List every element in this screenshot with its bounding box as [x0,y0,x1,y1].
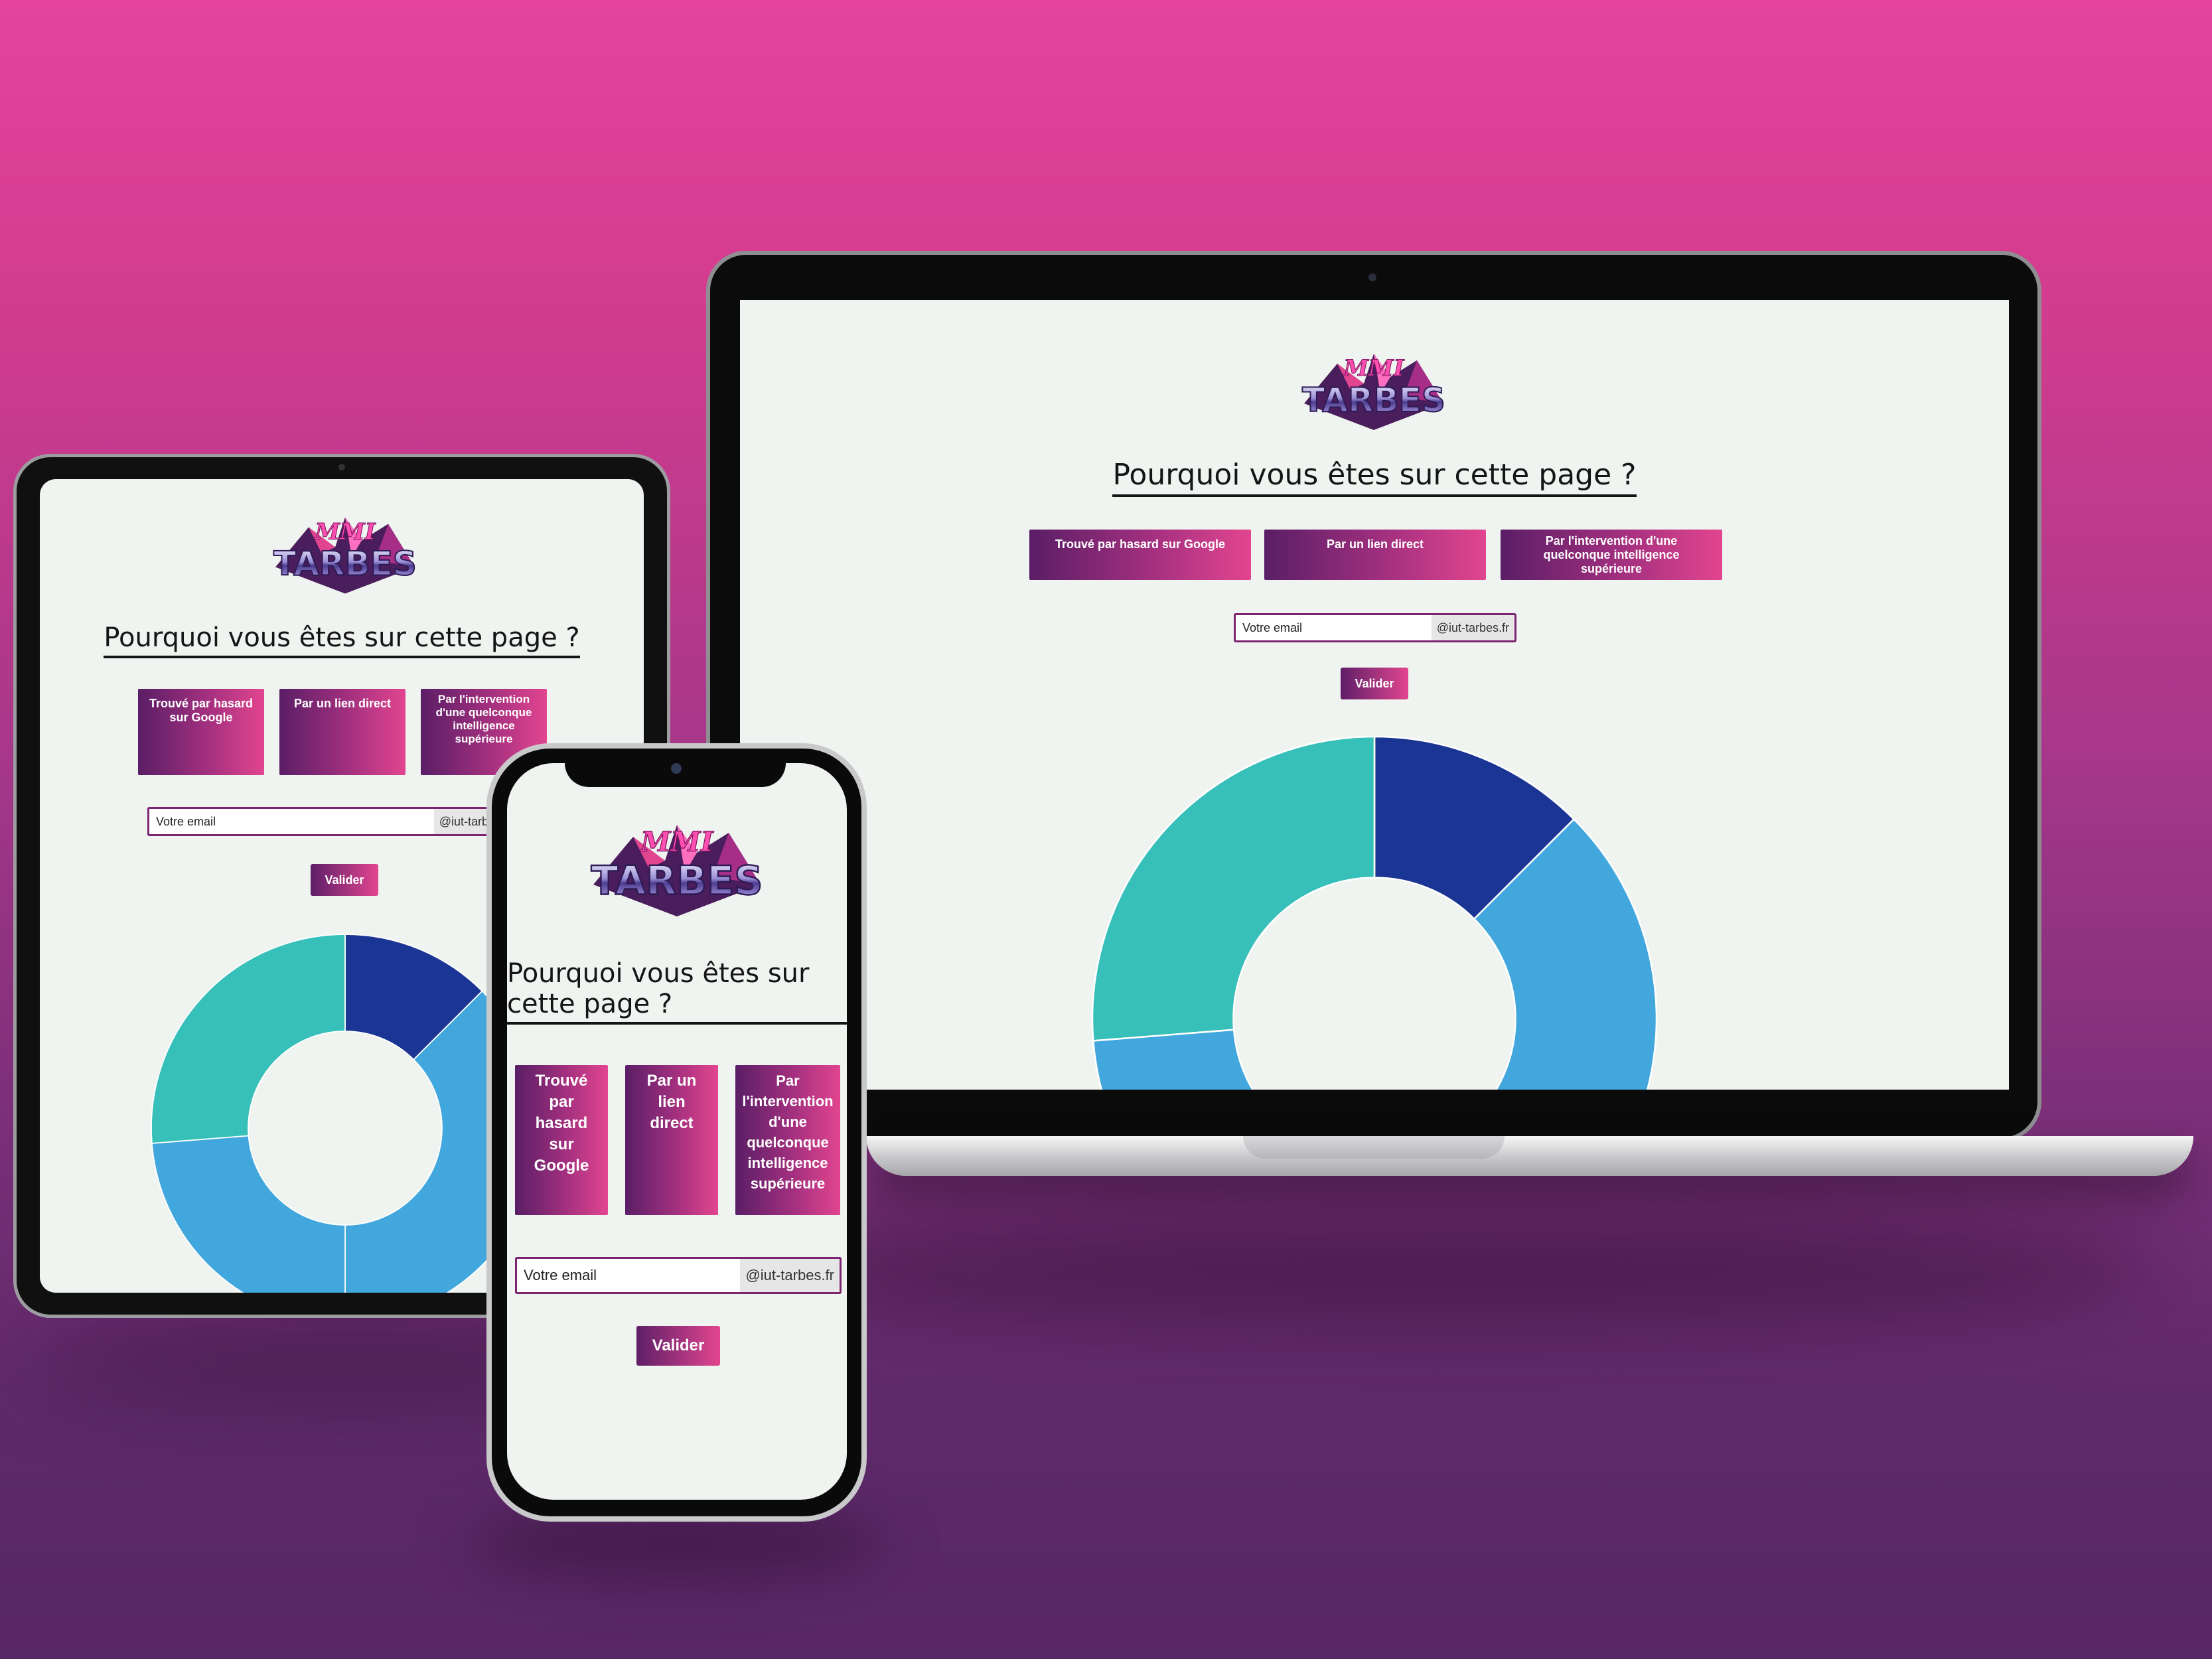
email-domain-suffix: @iut-tarbes.fr [740,1259,840,1292]
choice-button-google[interactable]: Trouvé par hasard sur Google [1029,530,1251,580]
donut-chart [1091,735,1658,1090]
choice-button-higher-intelligence[interactable]: Par l'intervention d'une quelconque inte… [735,1065,840,1215]
svg-text:TARBES: TARBES [1302,381,1445,419]
mmi-tarbes-logo: MMI TARBES [590,825,764,916]
svg-text:TARBES: TARBES [591,857,763,904]
mmi-tarbes-logo: MMI TARBES [273,517,417,594]
choice-button-google[interactable]: Trouvé par hasard sur Google [515,1065,608,1215]
email-field[interactable]: @iut-tarbes.fr [147,807,519,836]
phone-screen: MMI TARBES Pourquoi vous êtes sur cette … [507,763,847,1500]
mmi-tarbes-logo: MMI TARBES [1301,354,1446,430]
laptop-base [866,1136,2193,1176]
background-glow [763,1208,2157,1327]
page-title: Pourquoi vous êtes sur cette page ? [40,622,644,658]
validate-button[interactable]: Valider [636,1326,720,1366]
page-title: Pourquoi vous êtes sur cette page ? [507,958,847,1025]
choice-button-higher-intelligence[interactable]: Par l'intervention d'une quelconque inte… [1501,530,1722,580]
choice-button-direct-link[interactable]: Par un lien direct [625,1065,718,1215]
choice-button-google[interactable]: Trouvé par hasard sur Google [138,689,264,775]
email-domain-suffix: @iut-tarbes.fr [1431,615,1514,640]
camera-icon [1368,273,1376,281]
laptop-screen: MMI TARBES Pourquoi vous êtes sur cette … [740,300,2009,1090]
svg-text:MMI: MMI [639,826,714,858]
camera-icon [338,464,345,470]
validate-button[interactable]: Valider [1341,668,1408,699]
validate-button[interactable]: Valider [311,864,378,896]
svg-text:MMI: MMI [1343,355,1404,382]
svg-text:TARBES: TARBES [273,545,417,583]
donut-slice-3[interactable] [1091,735,1376,1042]
donut-slice-3[interactable] [151,934,346,1144]
choice-button-direct-link[interactable]: Par un lien direct [1264,530,1486,580]
donut-slice-2[interactable] [151,1135,346,1293]
page-title: Pourquoi vous êtes sur cette page ? [740,458,2009,497]
svg-text:MMI: MMI [314,519,376,545]
email-field[interactable]: @iut-tarbes.fr [515,1257,842,1294]
camera-icon [671,763,682,774]
donut-chart [151,934,540,1293]
email-field[interactable]: @iut-tarbes.fr [1234,613,1516,642]
email-input[interactable] [149,809,434,834]
email-input[interactable] [517,1259,741,1292]
laptop-opening-notch [1243,1136,1505,1159]
email-input[interactable] [1236,615,1432,640]
donut-slice-2[interactable] [1092,1029,1374,1090]
choice-button-direct-link[interactable]: Par un lien direct [279,689,406,775]
